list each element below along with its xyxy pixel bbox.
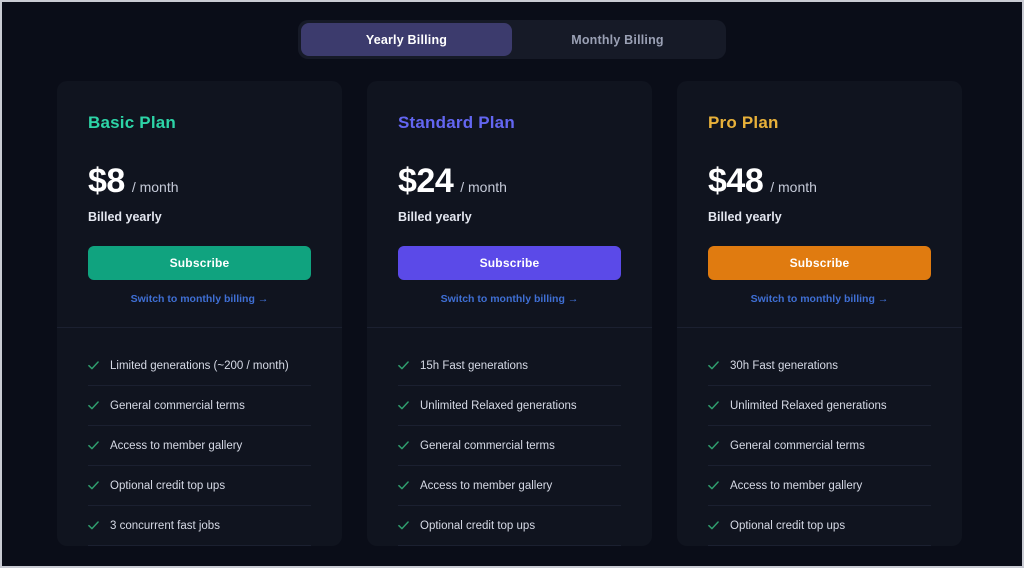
price-row: $48 / month bbox=[708, 162, 931, 201]
plan-price: $8 bbox=[88, 162, 125, 200]
plan-name: Basic Plan bbox=[88, 113, 176, 132]
pricing-cards-row: Basic Plan $8 / month Billed yearly Subs… bbox=[2, 59, 1022, 546]
card-header: Basic Plan $8 / month Billed yearly Subs… bbox=[57, 81, 342, 328]
feature-label: Optional credit top ups bbox=[730, 519, 846, 532]
feature-item: Optional credit top ups bbox=[398, 506, 621, 546]
check-icon bbox=[88, 441, 99, 450]
feature-list-spacer bbox=[398, 328, 621, 346]
feature-item: General commercial terms bbox=[708, 426, 931, 466]
card-header: Standard Plan $24 / month Billed yearly … bbox=[367, 81, 652, 328]
plan-price: $48 bbox=[708, 162, 764, 200]
pricing-card-standard: Standard Plan $24 / month Billed yearly … bbox=[367, 81, 652, 546]
switch-billing-link[interactable]: Switch to monthly billing → bbox=[708, 293, 931, 305]
feature-item: Optional credit top ups bbox=[88, 466, 311, 506]
check-icon bbox=[88, 521, 99, 530]
feature-label: Optional credit top ups bbox=[420, 519, 536, 532]
card-header: Pro Plan $48 / month Billed yearly Subsc… bbox=[677, 81, 962, 328]
pricing-card-pro: Pro Plan $48 / month Billed yearly Subsc… bbox=[677, 81, 962, 546]
check-icon bbox=[398, 441, 409, 450]
feature-list: Limited generations (~200 / month) Gener… bbox=[57, 328, 342, 546]
feature-item: General commercial terms bbox=[398, 426, 621, 466]
feature-label: Access to member gallery bbox=[110, 439, 243, 452]
feature-item: 30h Fast generations bbox=[708, 346, 931, 386]
check-icon bbox=[398, 361, 409, 370]
billing-toggle-monthly[interactable]: Monthly Billing bbox=[512, 23, 723, 56]
subscribe-button[interactable]: Subscribe bbox=[708, 246, 931, 280]
feature-item: Limited generations (~200 / month) bbox=[88, 346, 311, 386]
plan-period: / month bbox=[770, 179, 817, 195]
feature-list: 30h Fast generations Unlimited Relaxed g… bbox=[677, 328, 962, 546]
feature-label: 30h Fast generations bbox=[730, 359, 839, 372]
feature-label: General commercial terms bbox=[110, 399, 245, 412]
pricing-card-basic: Basic Plan $8 / month Billed yearly Subs… bbox=[57, 81, 342, 546]
feature-item: 3 concurrent fast jobs bbox=[88, 506, 311, 546]
check-icon bbox=[708, 401, 719, 410]
feature-item: Access to member gallery bbox=[398, 466, 621, 506]
switch-billing-link[interactable]: Switch to monthly billing → bbox=[398, 293, 621, 305]
plan-name: Standard Plan bbox=[398, 113, 515, 132]
price-row: $8 / month bbox=[88, 162, 311, 201]
check-icon bbox=[88, 401, 99, 410]
plan-period: / month bbox=[131, 179, 179, 195]
switch-billing-link[interactable]: Switch to monthly billing → bbox=[88, 293, 311, 305]
arrow-right-icon: → bbox=[877, 293, 889, 305]
check-icon bbox=[708, 441, 719, 450]
check-icon bbox=[708, 481, 719, 490]
feature-item: Access to member gallery bbox=[708, 466, 931, 506]
feature-list-spacer bbox=[708, 328, 931, 346]
billing-note: Billed yearly bbox=[398, 210, 472, 224]
subscribe-button[interactable]: Subscribe bbox=[398, 246, 621, 280]
feature-item: General commercial terms bbox=[88, 386, 311, 426]
feature-item: Unlimited Relaxed generations bbox=[398, 386, 621, 426]
billing-toggle[interactable]: Yearly Billing Monthly Billing bbox=[298, 20, 726, 59]
feature-item: Access to member gallery bbox=[88, 426, 311, 466]
feature-item: Unlimited Relaxed generations bbox=[708, 386, 931, 426]
check-icon bbox=[398, 521, 409, 530]
feature-label: General commercial terms bbox=[420, 439, 555, 452]
check-icon bbox=[398, 481, 409, 490]
arrow-right-icon: → bbox=[567, 293, 579, 305]
check-icon bbox=[88, 481, 99, 490]
check-icon bbox=[398, 401, 409, 410]
check-icon bbox=[708, 361, 719, 370]
switch-billing-label: Switch to monthly billing bbox=[130, 293, 255, 305]
plan-name: Pro Plan bbox=[708, 113, 779, 132]
feature-label: 15h Fast generations bbox=[420, 359, 529, 372]
feature-item: Optional credit top ups bbox=[708, 506, 931, 546]
check-icon bbox=[88, 361, 99, 370]
billing-note: Billed yearly bbox=[88, 210, 162, 224]
subscribe-button[interactable]: Subscribe bbox=[88, 246, 311, 280]
pricing-page: Yearly Billing Monthly Billing Basic Pla… bbox=[2, 2, 1022, 566]
billing-toggle-yearly[interactable]: Yearly Billing bbox=[301, 23, 512, 56]
feature-label: General commercial terms bbox=[730, 439, 865, 452]
feature-label: Access to member gallery bbox=[420, 479, 553, 492]
feature-label: Access to member gallery bbox=[730, 479, 863, 492]
feature-label: Unlimited Relaxed generations bbox=[420, 399, 577, 412]
feature-label: Unlimited Relaxed generations bbox=[730, 399, 887, 412]
price-row: $24 / month bbox=[398, 162, 621, 201]
feature-list: 15h Fast generations Unlimited Relaxed g… bbox=[367, 328, 652, 546]
plan-price: $24 bbox=[398, 162, 454, 200]
plan-period: / month bbox=[460, 179, 507, 195]
switch-billing-label: Switch to monthly billing bbox=[440, 293, 565, 305]
check-icon bbox=[708, 521, 719, 530]
feature-label: 3 concurrent fast jobs bbox=[110, 519, 220, 532]
switch-billing-label: Switch to monthly billing bbox=[750, 293, 875, 305]
feature-item: 15h Fast generations bbox=[398, 346, 621, 386]
feature-label: Optional credit top ups bbox=[110, 479, 226, 492]
billing-toggle-container: Yearly Billing Monthly Billing bbox=[2, 2, 1022, 59]
billing-note: Billed yearly bbox=[708, 210, 782, 224]
feature-label: Limited generations (~200 / month) bbox=[110, 359, 289, 372]
arrow-right-icon: → bbox=[257, 293, 269, 305]
feature-list-spacer bbox=[88, 328, 311, 346]
